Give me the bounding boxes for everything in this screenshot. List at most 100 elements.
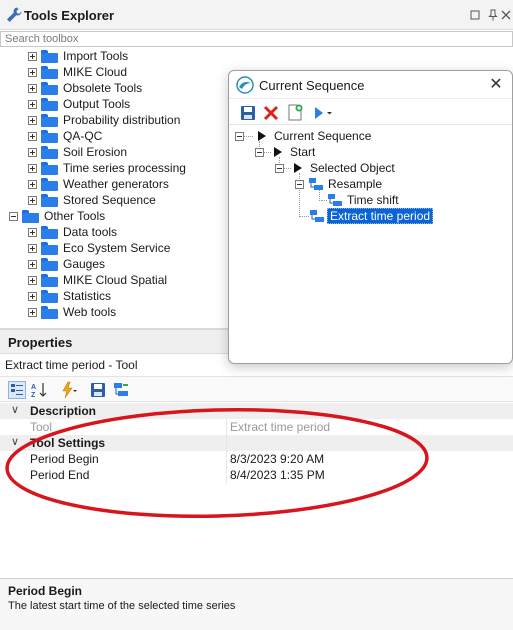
tree-item-label: Obsolete Tools — [63, 81, 143, 95]
sequence-node-selected-object[interactable]: Selected Object — [275, 160, 395, 176]
run-dropdown-icon[interactable] — [313, 105, 333, 121]
close-icon[interactable]: ✕ — [487, 76, 505, 94]
tree-item[interactable]: Obsolete Tools — [28, 80, 142, 96]
sequence-tool-icon[interactable] — [112, 381, 130, 399]
property-row-tool[interactable]: Tool Extract time period — [0, 419, 513, 435]
search-toolbox-input[interactable] — [0, 31, 513, 47]
expand-icon[interactable] — [28, 131, 37, 141]
collapse-chevron-icon[interactable]: ∨ — [11, 403, 19, 416]
lightning-dropdown-icon[interactable] — [60, 381, 78, 399]
collapse-icon[interactable] — [275, 163, 284, 173]
expand-icon[interactable] — [28, 227, 37, 237]
tree-item[interactable]: Eco System Service — [28, 240, 170, 256]
expand-icon[interactable] — [28, 195, 37, 205]
property-description-panel: Period Begin The latest start time of th… — [0, 578, 513, 630]
property-row-period-end[interactable]: Period End 8/4/2023 1:35 PM — [0, 467, 513, 483]
sequence-node-root[interactable]: Current Sequence — [235, 128, 371, 144]
tree-item[interactable]: Output Tools — [28, 96, 130, 112]
collapse-icon[interactable] — [235, 131, 244, 141]
tree-item[interactable]: Stored Sequence — [28, 192, 156, 208]
sequence-node-label-selected: Extract time period — [327, 208, 434, 224]
description-title: Period Begin — [8, 584, 83, 598]
wrench-icon — [7, 7, 22, 22]
category-label: Description — [30, 404, 97, 418]
tree-item[interactable]: QA-QC — [28, 128, 102, 144]
svg-text:Z: Z — [31, 392, 36, 399]
folder-icon — [41, 177, 58, 191]
folder-icon — [41, 193, 58, 207]
folder-icon — [41, 49, 58, 63]
tree-item-label: Probability distribution — [63, 113, 181, 127]
delete-icon[interactable] — [263, 105, 279, 121]
property-name: Tool — [30, 420, 53, 434]
app-logo-icon — [236, 76, 254, 94]
property-value[interactable]: 8/3/2023 9:20 AM — [230, 452, 324, 466]
window-menu-icon[interactable] — [467, 7, 483, 23]
sequence-node-label: Selected Object — [310, 161, 395, 175]
new-document-icon[interactable] — [287, 104, 303, 121]
sequence-node-resample[interactable]: Resample — [295, 176, 382, 192]
tree-item[interactable]: Weather generators — [28, 176, 169, 192]
expand-icon[interactable] — [28, 99, 37, 109]
tool-step-icon — [309, 178, 323, 190]
save-icon[interactable] — [89, 381, 107, 399]
expand-icon[interactable] — [28, 259, 37, 269]
property-value[interactable]: 8/4/2023 1:35 PM — [230, 468, 325, 482]
sequence-node-time-shift[interactable]: Time shift — [327, 192, 399, 208]
grid-column-separator — [226, 419, 227, 483]
expand-icon[interactable] — [28, 291, 37, 301]
tree-item[interactable]: MIKE Cloud Spatial — [28, 272, 167, 288]
tree-item[interactable]: Time series processing — [28, 160, 186, 176]
current-sequence-titlebar[interactable]: Current Sequence ✕ — [229, 71, 512, 99]
tool-step-icon — [328, 194, 342, 206]
close-icon[interactable] — [498, 7, 513, 23]
tree-item-label: MIKE Cloud — [63, 65, 128, 79]
properties-title: Properties — [8, 335, 73, 350]
collapse-icon[interactable] — [9, 211, 18, 221]
folder-icon — [22, 209, 39, 223]
expand-icon[interactable] — [28, 275, 37, 285]
expand-icon[interactable] — [28, 179, 37, 189]
tree-item[interactable]: MIKE Cloud — [28, 64, 127, 80]
tree-item-label: Other Tools — [44, 209, 106, 223]
tree-item[interactable]: Soil Erosion — [28, 144, 127, 160]
tree-item[interactable]: Statistics — [28, 288, 111, 304]
svg-text:A: A — [31, 384, 36, 391]
tree-item-label: Output Tools — [63, 97, 131, 111]
category-tool-settings[interactable]: ∨ Tool Settings — [0, 435, 513, 451]
tree-item[interactable]: Web tools — [28, 304, 116, 320]
expand-icon[interactable] — [28, 83, 37, 93]
current-sequence-window: Current Sequence ✕ Current Sequence Star… — [228, 70, 513, 364]
expand-icon[interactable] — [28, 147, 37, 157]
collapse-chevron-icon[interactable]: ∨ — [11, 435, 19, 448]
property-value: Extract time period — [230, 420, 331, 434]
folder-icon — [41, 113, 58, 127]
tree-item-label: Gauges — [63, 257, 106, 271]
expand-icon[interactable] — [28, 51, 37, 61]
tree-item[interactable]: Data tools — [28, 224, 117, 240]
tree-item-label: Import Tools — [63, 49, 129, 63]
tree-item-other-tools[interactable]: Other Tools — [9, 208, 105, 224]
expand-icon[interactable] — [28, 243, 37, 253]
folder-icon — [41, 225, 58, 239]
collapse-icon[interactable] — [255, 147, 264, 157]
sequence-node-label: Time shift — [347, 193, 399, 207]
sequence-node-extract-time-period[interactable]: Extract time period — [309, 208, 434, 224]
collapse-icon[interactable] — [295, 179, 304, 189]
tree-item[interactable]: Gauges — [28, 256, 105, 272]
tree-item-label: Web tools — [63, 305, 117, 319]
tree-item[interactable]: Probability distribution — [28, 112, 180, 128]
category-description[interactable]: ∨ Description — [0, 403, 513, 419]
sort-alphabetical-icon[interactable]: A Z — [30, 381, 48, 399]
property-name: Period End — [30, 468, 90, 482]
categorized-icon[interactable] — [8, 381, 26, 399]
save-icon[interactable] — [240, 105, 256, 121]
sequence-node-label: Start — [290, 145, 316, 159]
expand-icon[interactable] — [28, 115, 37, 125]
tree-item[interactable]: Import Tools — [28, 48, 128, 64]
expand-icon[interactable] — [28, 163, 37, 173]
expand-icon[interactable] — [28, 307, 37, 317]
property-row-period-begin[interactable]: Period Begin 8/3/2023 9:20 AM — [0, 451, 513, 467]
expand-icon[interactable] — [28, 67, 37, 77]
sequence-node-start[interactable]: Start — [255, 144, 315, 160]
